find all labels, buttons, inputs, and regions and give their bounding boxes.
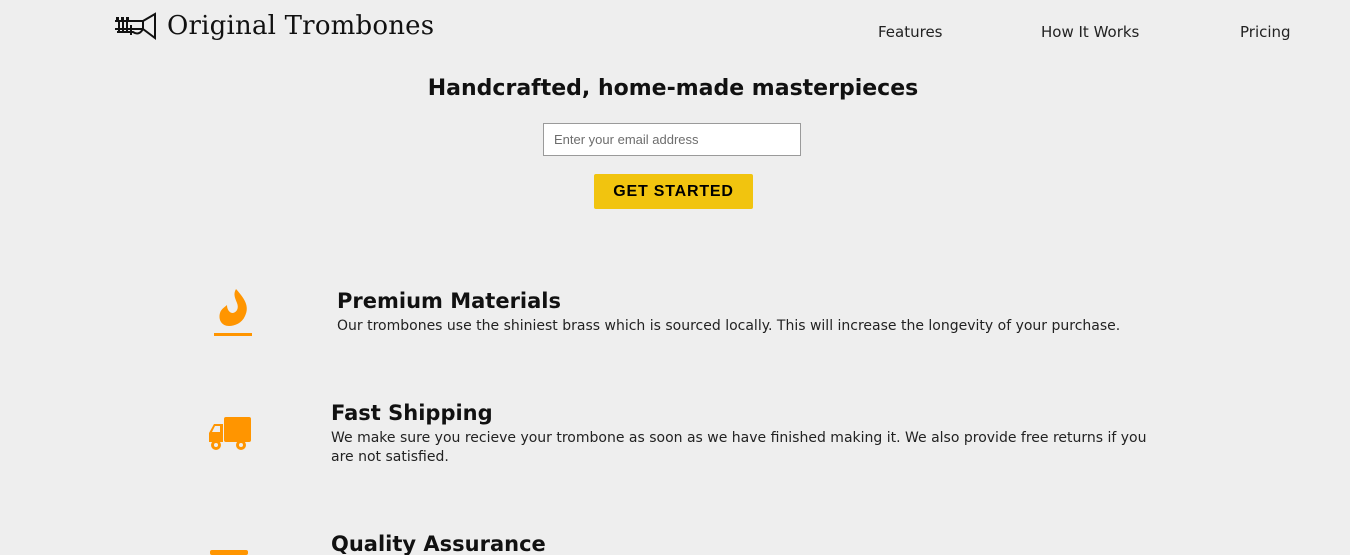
trombone-icon — [115, 12, 156, 40]
feature-text-premium-materials: Our trombones use the shiniest brass whi… — [337, 318, 1121, 334]
nav-link-pricing[interactable]: Pricing — [1240, 23, 1291, 41]
nav-link-features[interactable]: Features — [878, 23, 943, 41]
feature-title-premium-materials: Premium Materials — [337, 289, 561, 313]
feature-text-fast-shipping: We make sure you recieve your trombone a… — [331, 430, 1147, 465]
get-started-button[interactable]: GET STARTED — [594, 174, 753, 209]
page: Original Trombones Features How It Works… — [0, 0, 1350, 555]
fire-icon — [214, 289, 252, 336]
brand-name: Original Trombones — [167, 11, 435, 41]
brand-logo[interactable]: Original Trombones — [113, 12, 434, 40]
nav-link-how-it-works[interactable]: How It Works — [1041, 23, 1139, 41]
truck-icon — [209, 417, 251, 450]
feature-title-quality-assurance: Quality Assurance — [331, 532, 546, 555]
hero-title: Handcrafted, home-made masterpieces — [427, 76, 919, 101]
feature-title-fast-shipping: Fast Shipping — [331, 401, 493, 425]
battery-icon — [210, 550, 248, 555]
email-input[interactable] — [543, 123, 801, 156]
